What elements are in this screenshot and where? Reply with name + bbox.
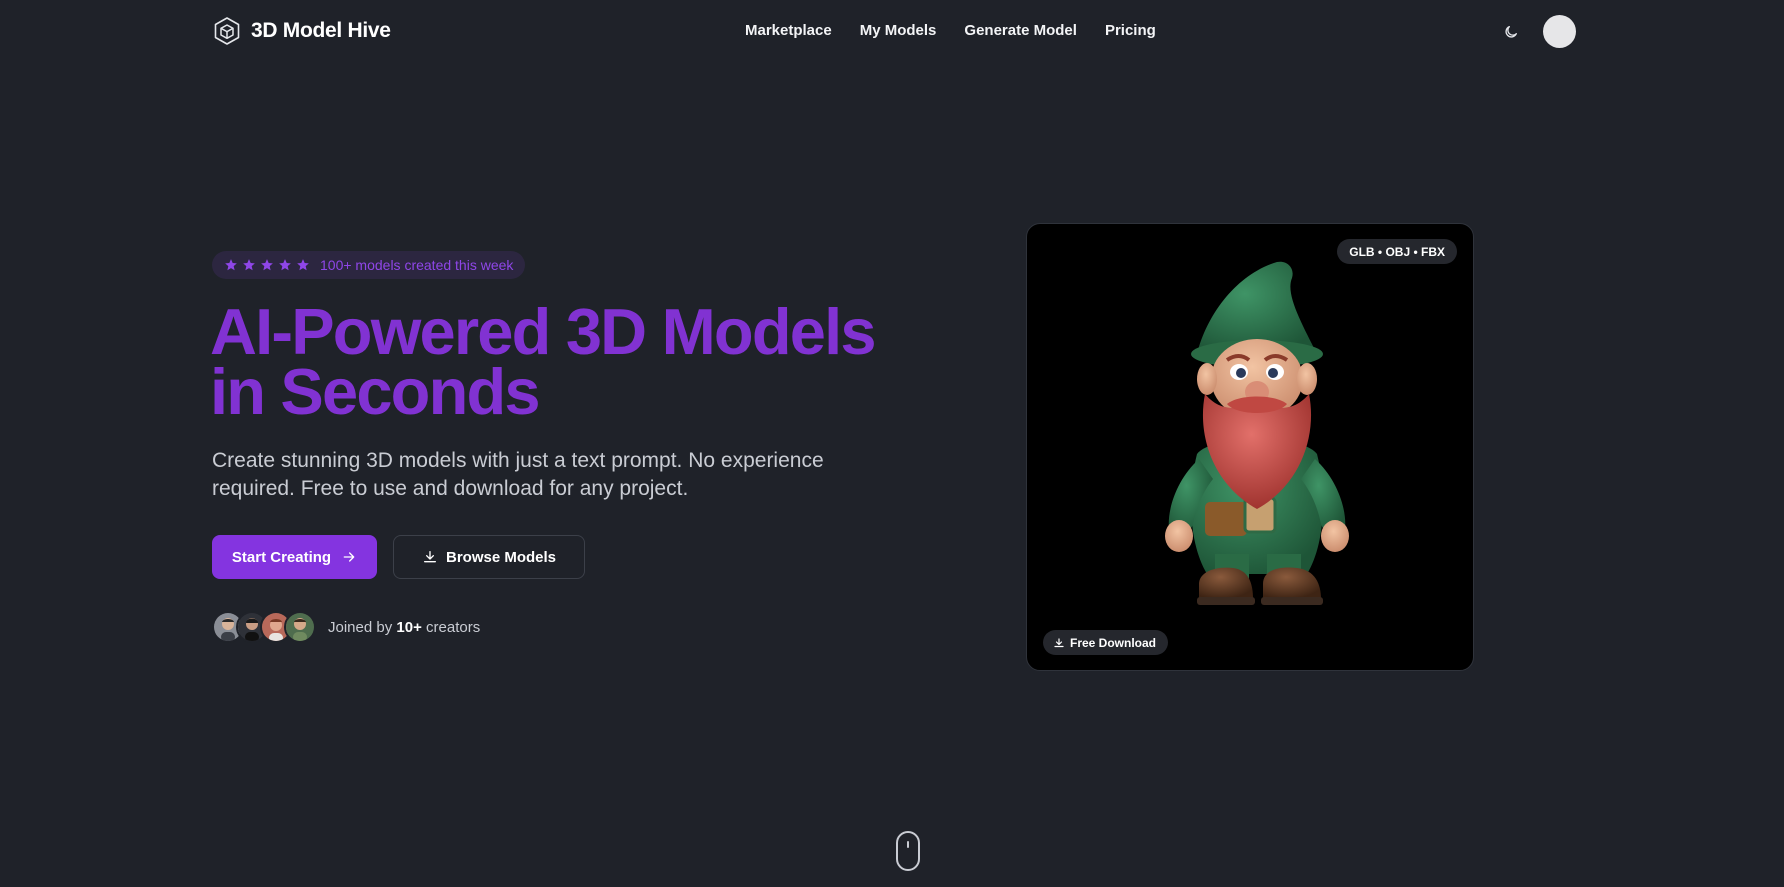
mouse-wheel-icon — [907, 841, 909, 848]
creator-avatars — [212, 611, 316, 643]
cube-logo-icon — [214, 17, 240, 45]
star-icon — [297, 259, 309, 271]
hero-subtitle: Create stunning 3D models with just a te… — [212, 449, 824, 500]
model-preview-card[interactable]: GLB • OBJ • FBX Free Download — [1026, 223, 1474, 671]
rating-stars — [224, 258, 310, 272]
creators-suffix: creators — [421, 618, 481, 636]
nav-generate-model[interactable]: Generate Model — [964, 20, 1077, 42]
creator-avatar — [284, 611, 316, 643]
creators-count: 10+ — [396, 618, 422, 636]
star-icon — [261, 259, 273, 271]
download-icon — [1054, 637, 1064, 647]
creators-prefix: Joined by — [328, 618, 397, 636]
nav-my-models[interactable]: My Models — [860, 20, 937, 42]
browse-models-label: Browse Models — [445, 548, 557, 566]
hero-title: AI-Powered 3D Models in Seconds — [210, 295, 930, 428]
star-icon — [279, 259, 291, 271]
arrow-right-icon — [343, 552, 355, 562]
moon-icon — [1505, 26, 1517, 38]
start-creating-button[interactable]: Start Creating — [212, 535, 377, 579]
nav-pricing[interactable]: Pricing — [1105, 20, 1156, 42]
star-icon — [243, 259, 255, 271]
main-nav: Marketplace My Models Generate Model Pri… — [745, 20, 1156, 42]
top-navigation: 3D Model Hive Marketplace My Models Gene… — [0, 0, 1784, 62]
brand-link[interactable]: 3D Model Hive — [212, 15, 391, 47]
nav-marketplace[interactable]: Marketplace — [745, 20, 832, 42]
gnome-model-image — [1165, 261, 1349, 605]
scroll-down-indicator[interactable] — [896, 831, 920, 871]
star-icon — [225, 259, 237, 271]
creators-social-proof: Joined by 10+ creators — [212, 610, 480, 644]
hero-title-line-2: in Seconds — [210, 355, 541, 428]
download-icon — [423, 551, 436, 563]
user-avatar[interactable] — [1543, 15, 1576, 48]
brand-name: 3D Model Hive — [251, 19, 391, 42]
free-download-label: Free Download — [1070, 635, 1157, 650]
hero-title-line-1: AI-Powered 3D Models — [210, 295, 876, 368]
free-download-badge[interactable]: Free Download — [1043, 630, 1169, 655]
browse-models-button[interactable]: Browse Models — [393, 535, 585, 579]
start-creating-label: Start Creating — [231, 548, 332, 566]
creators-text: Joined by 10+ creators — [328, 619, 480, 636]
theme-toggle-button[interactable] — [1498, 19, 1524, 45]
badge-text: 100+ models created this week — [320, 257, 514, 273]
weekly-stats-badge: 100+ models created this week — [212, 251, 526, 279]
